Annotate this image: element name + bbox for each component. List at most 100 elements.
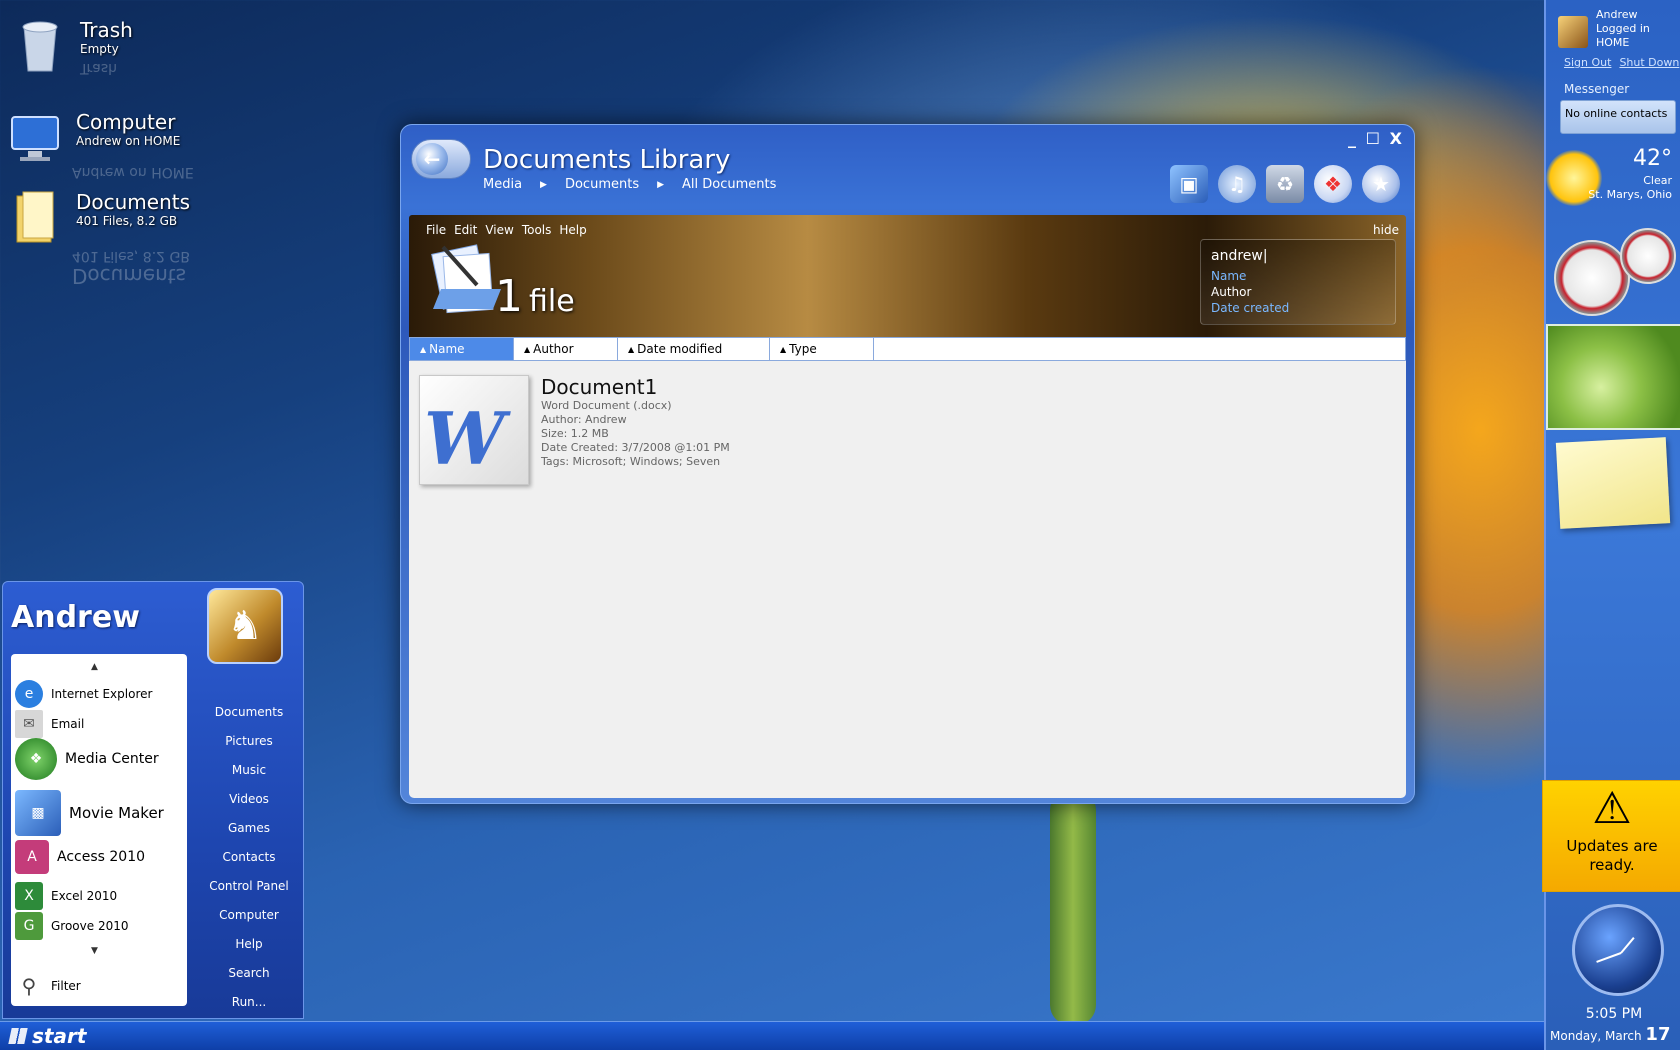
search-option-author[interactable]: Author <box>1211 284 1385 300</box>
cpu-gauge-icon <box>1554 240 1630 316</box>
filter-button[interactable]: ⚲ Filter <box>15 972 81 1000</box>
desktop-icon-subtitle: Empty <box>80 42 119 56</box>
program-excel-2010[interactable]: X Excel 2010 <box>15 882 117 910</box>
place-documents[interactable]: Documents <box>197 698 301 727</box>
maximize-button[interactable]: ☐ <box>1366 129 1380 148</box>
user-avatar[interactable]: ♞ <box>207 588 283 664</box>
menu-view[interactable]: View <box>485 223 513 237</box>
search-option-date-created[interactable]: Date created <box>1211 300 1385 316</box>
desktop-icon-subtitle: Andrew on HOME <box>76 134 181 148</box>
clock-gadget[interactable] <box>1572 904 1664 996</box>
sort-arrow-icon: ▲ <box>780 345 787 354</box>
sidebar-user-host: HOME <box>1596 36 1630 49</box>
file-item[interactable]: W Document1 Word Document (.docx) Author… <box>419 375 730 485</box>
program-email[interactable]: ✉ Email <box>15 710 84 738</box>
menu-help[interactable]: Help <box>559 223 586 237</box>
place-control-panel[interactable]: Control Panel <box>197 872 301 901</box>
menu-edit[interactable]: Edit <box>454 223 477 237</box>
messenger-title: Messenger <box>1564 82 1630 96</box>
program-label: Access 2010 <box>57 849 146 865</box>
groove-icon: G <box>15 912 43 940</box>
hide-link[interactable]: hide <box>1373 223 1399 237</box>
sticky-note-gadget[interactable] <box>1555 437 1671 529</box>
place-search[interactable]: Search <box>197 959 301 988</box>
program-media-center[interactable]: ❖ Media Center <box>15 738 159 780</box>
session-links: Sign Out Shut Down <box>1564 56 1679 69</box>
scroll-down-icon[interactable]: ▼ <box>91 946 98 956</box>
media-icon[interactable]: ▣ <box>1170 165 1208 203</box>
toolbar: ▣ ♫ ♻ ❖ ★ <box>1170 165 1400 203</box>
recycle-bin-icon[interactable]: ♻ <box>1266 165 1304 203</box>
desktop-icon-documents[interactable]: Documents 401 Files, 8.2 GB <box>10 190 190 246</box>
search-panel: andrew| Name Author Date created <box>1200 239 1396 325</box>
sort-arrow-icon: ▲ <box>524 345 531 354</box>
documents-library-window: ← Documents Library Media ▶ Documents ▶ … <box>400 124 1415 804</box>
minimize-button[interactable]: _ <box>1348 129 1356 148</box>
sidebar: Andrew Logged in HOME Sign Out Shut Down… <box>1542 0 1680 1050</box>
column-label: Name <box>429 342 465 356</box>
sort-arrow-icon: ▲ <box>628 345 635 354</box>
place-contacts[interactable]: Contacts <box>197 843 301 872</box>
shut-down-link[interactable]: Shut Down <box>1619 56 1679 69</box>
place-videos[interactable]: Videos <box>197 785 301 814</box>
sign-out-link[interactable]: Sign Out <box>1564 56 1611 69</box>
back-arrow-icon: ← <box>416 143 448 175</box>
search-option-name[interactable]: Name <box>1211 268 1385 284</box>
sidebar-user-name: Andrew <box>1596 8 1638 21</box>
file-author: Author: Andrew <box>541 413 627 426</box>
back-button[interactable]: ← <box>411 139 471 179</box>
menu-file[interactable]: File <box>426 223 446 237</box>
excel-icon: X <box>15 882 43 910</box>
breadcrumb-item[interactable]: All Documents <box>682 177 776 193</box>
breadcrumb-item[interactable]: Media <box>483 177 522 193</box>
program-label: Movie Maker <box>69 804 164 822</box>
breadcrumb-item[interactable]: Documents <box>565 177 639 193</box>
menu-tools[interactable]: Tools <box>522 223 552 237</box>
file-type: Word Document (.docx) <box>541 399 672 412</box>
scroll-up-icon[interactable]: ▲ <box>91 662 98 672</box>
close-button[interactable]: X <box>1390 129 1402 148</box>
clock-date: Monday, March 17 <box>1550 1024 1670 1045</box>
program-movie-maker[interactable]: ▩ Movie Maker <box>15 790 164 836</box>
favorites-star-icon[interactable]: ★ <box>1362 165 1400 203</box>
user-avatar[interactable] <box>1558 16 1588 48</box>
weather-details: Clear St. Marys, Ohio <box>1588 174 1672 202</box>
desktop-icon-title: Computer <box>76 110 176 134</box>
cpu-meter-gadget[interactable] <box>1554 228 1678 318</box>
slideshow-gadget[interactable] <box>1546 324 1680 430</box>
place-help[interactable]: Help <box>197 930 301 959</box>
access-icon: A <box>15 840 49 874</box>
column-author[interactable]: ▲ Author <box>514 338 618 360</box>
place-music[interactable]: Music <box>197 756 301 785</box>
desktop-icon-computer[interactable]: Computer Andrew on HOME <box>10 110 180 166</box>
music-disc-icon[interactable]: ♫ <box>1218 165 1256 203</box>
library-header: File Edit View Tools Help hide 1 file and… <box>409 215 1406 337</box>
updates-notification[interactable]: ⚠ Updates are ready. <box>1542 780 1680 892</box>
weather-gadget[interactable]: 42° Clear St. Marys, Ohio <box>1546 146 1680 206</box>
places-list: Documents Pictures Music Videos Games Co… <box>197 698 301 1017</box>
desktop-icon-subtitle: 401 Files, 8.2 GB <box>76 214 178 228</box>
column-name[interactable]: ▲ Name <box>410 338 514 360</box>
menu-bar: File Edit View Tools Help <box>426 223 587 237</box>
place-run[interactable]: Run... <box>197 988 301 1017</box>
place-computer[interactable]: Computer <box>197 901 301 930</box>
program-access-2010[interactable]: A Access 2010 <box>15 840 145 874</box>
filter-label: Filter <box>51 979 81 993</box>
column-type[interactable]: ▲ Type <box>770 338 874 360</box>
file-name: Document1 <box>541 375 658 399</box>
windows-logo-icon[interactable]: ❖ <box>1314 165 1352 203</box>
column-date-modified[interactable]: ▲ Date modified <box>618 338 770 360</box>
search-input[interactable]: andrew| <box>1211 248 1385 264</box>
column-label: Type <box>789 342 817 356</box>
desktop-icon-reflection: 401 Files, 8.2 GB <box>72 248 190 264</box>
warning-icon: ⚠ <box>1592 783 1632 834</box>
place-pictures[interactable]: Pictures <box>197 727 301 756</box>
desktop-icon-reflection: Documents <box>72 264 187 288</box>
messenger-contacts: No online contacts <box>1560 100 1676 134</box>
word-document-icon: W <box>419 375 529 485</box>
start-button[interactable]: start <box>8 1024 86 1048</box>
program-groove-2010[interactable]: G Groove 2010 <box>15 912 129 940</box>
program-internet-explorer[interactable]: e Internet Explorer <box>15 680 152 708</box>
place-games[interactable]: Games <box>197 814 301 843</box>
column-headers: ▲ Name ▲ Author ▲ Date modified ▲ Type <box>409 337 1406 361</box>
